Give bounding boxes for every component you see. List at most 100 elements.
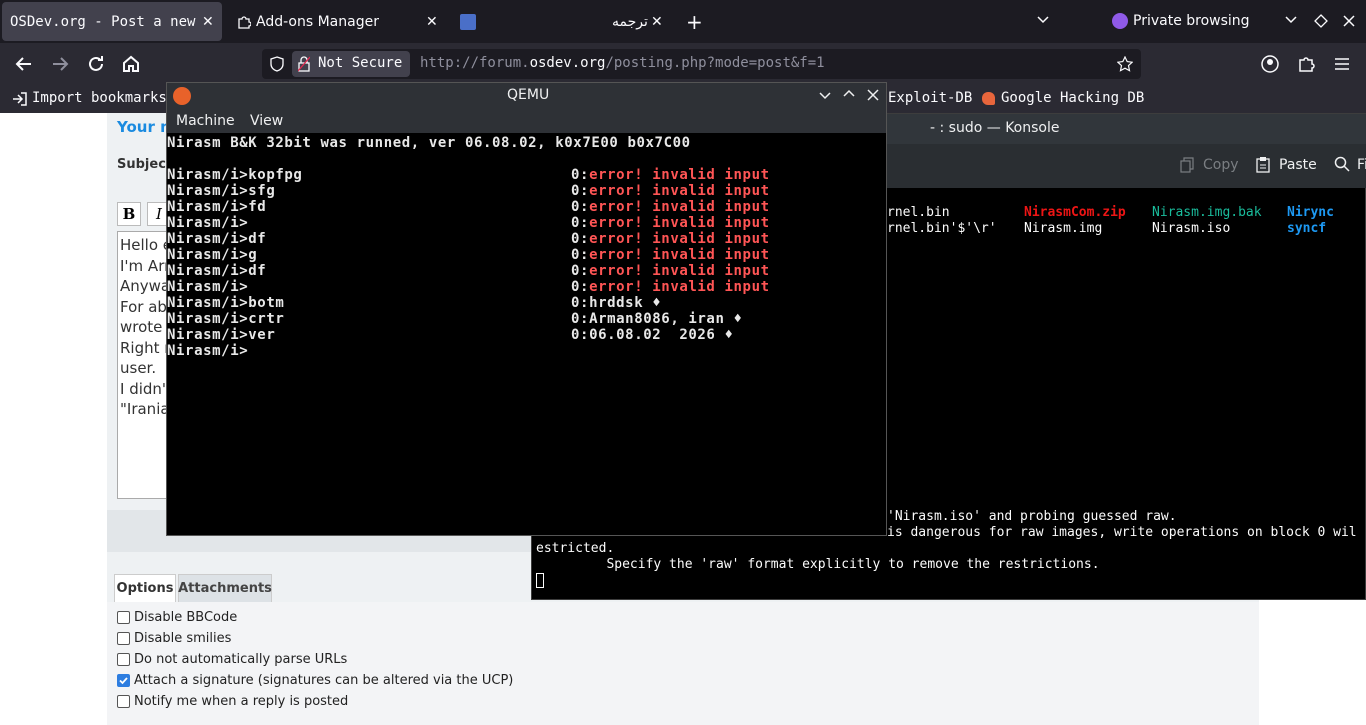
error-message: error! invalid input bbox=[589, 215, 770, 231]
option-label: Disable smilies bbox=[134, 631, 232, 646]
menu-icon[interactable] bbox=[1334, 56, 1350, 72]
command-response: 0:error! invalid input bbox=[571, 215, 770, 231]
terminal-output: 'Nirasm.iso' and probing guessed raw. bbox=[887, 509, 1177, 524]
close-icon[interactable]: ✕ bbox=[202, 14, 214, 30]
terminal-output: estricted. bbox=[536, 541, 615, 556]
tab-translate[interactable]: ترجمه ✕ bbox=[452, 0, 667, 43]
option-row[interactable]: Attach a signature (signatures can be al… bbox=[117, 673, 513, 688]
qemu-titlebar[interactable]: QEMU bbox=[167, 83, 886, 109]
close-icon[interactable]: ✕ bbox=[651, 14, 663, 30]
search-icon bbox=[1334, 156, 1350, 172]
file-entry: Nirasm.img.bak bbox=[1152, 205, 1262, 220]
maximize-icon[interactable] bbox=[843, 89, 855, 98]
bookmark-exploit-db[interactable]: Exploit-DB bbox=[888, 90, 972, 106]
close-icon[interactable] bbox=[867, 89, 879, 101]
option-row[interactable]: Do not automatically parse URLs bbox=[117, 652, 347, 667]
command-response: 0:06.08.02 2026 ♦ bbox=[571, 327, 734, 343]
tab-addons[interactable]: Add-ons Manager ✕ bbox=[232, 0, 447, 43]
home-icon[interactable] bbox=[119, 52, 143, 76]
response-prefix: 0: bbox=[571, 295, 590, 311]
copy-button[interactable]: Copy bbox=[1203, 157, 1239, 173]
paste-button[interactable]: Paste bbox=[1279, 157, 1317, 173]
translate-icon bbox=[460, 13, 476, 30]
option-row[interactable]: Disable smilies bbox=[117, 631, 231, 646]
command-line: Nirasm/i>kopfpg bbox=[167, 167, 303, 183]
minimize-icon[interactable] bbox=[819, 91, 831, 100]
konsole-title: - : sudo — Konsole bbox=[930, 120, 1060, 136]
response-message: Arman8086, iran ♦ bbox=[589, 311, 743, 327]
option-row[interactable]: Disable BBCode bbox=[117, 610, 237, 625]
response-message: 06.08.02 2026 ♦ bbox=[589, 327, 734, 343]
qemu-window: QEMU Machine View Nirasm B&K 32bit was r… bbox=[166, 82, 887, 536]
find-button[interactable]: Fi bbox=[1357, 157, 1366, 173]
option-checkbox[interactable] bbox=[117, 653, 130, 666]
file-entry: Nirync bbox=[1287, 205, 1334, 220]
puzzle-icon bbox=[238, 15, 251, 29]
diamond-icon[interactable] bbox=[1314, 14, 1328, 28]
extensions-icon[interactable] bbox=[1298, 55, 1316, 73]
option-checkbox[interactable] bbox=[117, 695, 130, 708]
lock-icon bbox=[298, 56, 310, 72]
qemu-logo-icon bbox=[173, 87, 191, 105]
bookmark-ghdb[interactable]: Google Hacking DB bbox=[1001, 90, 1144, 106]
menu-machine[interactable]: Machine bbox=[176, 113, 235, 129]
tab-options[interactable]: Options bbox=[114, 574, 176, 602]
qemu-menubar: Machine View bbox=[167, 109, 886, 133]
url-bar[interactable]: Not Secure http://forum.osdev.org/postin… bbox=[262, 49, 1141, 79]
response-prefix: 0: bbox=[571, 263, 590, 279]
close-icon[interactable]: ✕ bbox=[426, 14, 438, 30]
error-message: error! invalid input bbox=[589, 247, 770, 263]
security-badge[interactable]: Not Secure bbox=[292, 51, 410, 77]
tab-label: Add-ons Manager bbox=[256, 13, 379, 30]
command-line: Nirasm/i>df bbox=[167, 231, 267, 247]
option-checkbox[interactable] bbox=[117, 674, 130, 687]
terminal-cursor bbox=[536, 573, 544, 588]
back-icon[interactable] bbox=[12, 52, 36, 76]
bookmark-star-icon[interactable] bbox=[1117, 56, 1133, 72]
boot-banner: Nirasm B&K 32bit was runned, ver 06.08.0… bbox=[167, 135, 691, 151]
command-line: Nirasm/i>botm bbox=[167, 295, 285, 311]
shield-icon[interactable] bbox=[270, 56, 284, 72]
import-icon bbox=[13, 92, 27, 106]
command-response: 0:error! invalid input bbox=[571, 279, 770, 295]
new-tab-button[interactable]: + bbox=[686, 10, 703, 34]
copy-icon bbox=[1180, 157, 1194, 173]
option-checkbox[interactable] bbox=[117, 611, 130, 624]
tab-bar: OSDev.org - Post a new ✕ Add-ons Manager… bbox=[0, 0, 1366, 43]
file-entry: syncf bbox=[1287, 221, 1327, 236]
qemu-display[interactable]: Nirasm B&K 32bit was runned, ver 06.08.0… bbox=[167, 133, 886, 535]
error-message: error! invalid input bbox=[589, 167, 770, 183]
private-browsing-icon bbox=[1112, 13, 1128, 29]
file-entry: rnel.bin bbox=[887, 205, 950, 220]
tab-list-icon[interactable] bbox=[1036, 15, 1050, 25]
command-line: Nirasm/i>fd bbox=[167, 199, 267, 215]
command-line: Nirasm/i>ver bbox=[167, 327, 276, 343]
account-icon[interactable] bbox=[1261, 55, 1279, 73]
command-line: Nirasm/i> bbox=[167, 279, 249, 295]
response-prefix: 0: bbox=[571, 231, 590, 247]
response-message: hrddsk ♦ bbox=[589, 295, 662, 311]
private-browsing-label: Private browsing bbox=[1133, 13, 1250, 29]
terminal-output: is dangerous for raw images, write opera… bbox=[887, 525, 1357, 540]
response-prefix: 0: bbox=[571, 279, 590, 295]
response-prefix: 0: bbox=[571, 215, 590, 231]
response-prefix: 0: bbox=[571, 167, 590, 183]
command-line: Nirasm/i>df bbox=[167, 263, 267, 279]
error-message: error! invalid input bbox=[589, 199, 770, 215]
ghdb-icon bbox=[982, 92, 995, 105]
tab-attachments[interactable]: Attachments bbox=[178, 574, 272, 602]
bold-button[interactable]: B bbox=[117, 202, 141, 226]
file-entry: rnel.bin'$'\r' bbox=[887, 221, 997, 236]
menu-view[interactable]: View bbox=[250, 113, 283, 129]
url-text[interactable]: http://forum.osdev.org/posting.php?mode=… bbox=[420, 55, 825, 71]
chevron-down-icon[interactable] bbox=[1284, 15, 1298, 25]
tab-osdev[interactable]: OSDev.org - Post a new ✕ bbox=[2, 2, 222, 41]
reload-icon[interactable] bbox=[84, 52, 108, 76]
forward-icon[interactable] bbox=[48, 52, 72, 76]
option-checkbox[interactable] bbox=[117, 632, 130, 645]
option-row[interactable]: Notify me when a reply is posted bbox=[117, 694, 348, 709]
command-response: 0:error! invalid input bbox=[571, 231, 770, 247]
close-icon[interactable] bbox=[1342, 14, 1356, 28]
command-line: Nirasm/i>sfg bbox=[167, 183, 276, 199]
command-response: 0:hrddsk ♦ bbox=[571, 295, 661, 311]
